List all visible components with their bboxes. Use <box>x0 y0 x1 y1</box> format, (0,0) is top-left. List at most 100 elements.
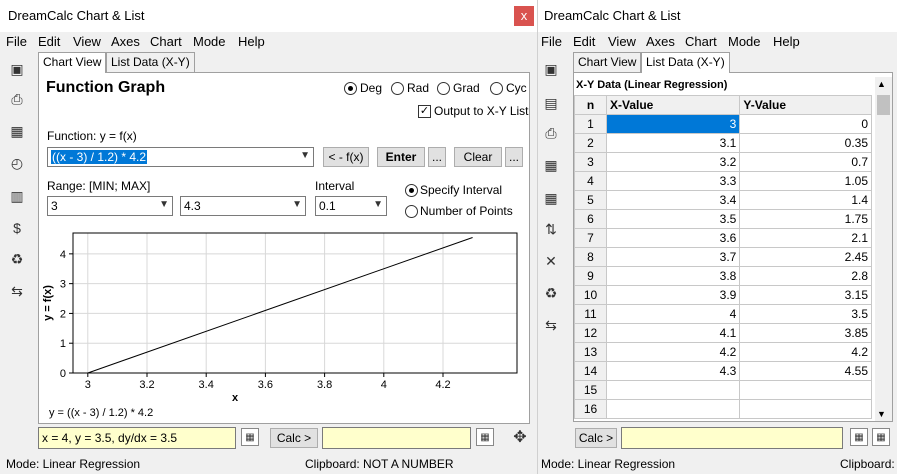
table-row[interactable]: 3 3.2 0.7 <box>574 152 872 172</box>
y-value-cell[interactable] <box>739 399 872 419</box>
table-row[interactable]: 10 3.9 3.15 <box>574 285 872 305</box>
x-value-cell[interactable]: 4.1 <box>605 323 741 343</box>
menu-axes[interactable]: Axes <box>111 34 140 49</box>
y-value-cell[interactable]: 0 <box>739 114 872 134</box>
calculator-icon[interactable]: ▦ <box>850 428 868 446</box>
y-value-cell[interactable]: 4.55 <box>739 361 872 381</box>
delete-rows-icon[interactable]: ✕ <box>542 252 560 270</box>
function-input[interactable]: ((x - 3) / 1.2) * 4.2 ▼ <box>47 147 314 167</box>
sort-icon[interactable]: ⇅ <box>542 220 560 238</box>
swap-icon[interactable]: ⇆ <box>8 282 26 300</box>
table-row[interactable]: 2 3.1 0.35 <box>574 133 872 153</box>
clear-button[interactable]: Clear <box>454 147 502 167</box>
calculator-icon[interactable]: ▦ <box>872 428 890 446</box>
table-row[interactable]: 16 <box>574 399 872 419</box>
x-value-cell[interactable] <box>605 399 741 419</box>
tab-list-data[interactable]: List Data (X-Y) <box>641 52 730 73</box>
move-icon[interactable]: ✥ <box>511 429 529 447</box>
y-value-cell[interactable]: 0.7 <box>739 152 872 172</box>
menu-chart[interactable]: Chart <box>685 34 717 49</box>
radio-cyc[interactable] <box>490 82 503 95</box>
table-row[interactable]: 14 4.3 4.55 <box>574 361 872 381</box>
x-value-cell[interactable]: 4.3 <box>605 361 741 381</box>
table-row[interactable]: 12 4.1 3.85 <box>574 323 872 343</box>
calculator-icon[interactable]: ▦ <box>8 122 26 140</box>
print-icon[interactable]: ⎙ <box>8 90 26 108</box>
x-value-cell[interactable]: 3.8 <box>605 266 741 286</box>
y-value-cell[interactable]: 2.8 <box>739 266 872 286</box>
y-value-cell[interactable]: 0.35 <box>739 133 872 153</box>
calculator-icon[interactable]: ▦ <box>241 428 259 446</box>
radio-specify-interval[interactable] <box>405 184 418 197</box>
calc-result-field[interactable] <box>322 427 471 449</box>
table-scrollbar[interactable]: ▲ ▼ <box>875 77 892 421</box>
tab-chart-view[interactable]: Chart View <box>38 52 107 73</box>
menu-edit[interactable]: Edit <box>573 34 595 49</box>
table-row[interactable]: 4 3.3 1.05 <box>574 171 872 191</box>
y-value-cell[interactable]: 1.05 <box>739 171 872 191</box>
menu-help[interactable]: Help <box>238 34 265 49</box>
money-icon[interactable]: $ <box>8 219 26 237</box>
menu-axes[interactable]: Axes <box>646 34 675 49</box>
calc-button[interactable]: Calc > <box>575 428 617 448</box>
fx-button[interactable]: < - f(x) <box>323 147 369 167</box>
calculator-icon[interactable]: ▦ <box>542 156 560 174</box>
bucket-icon[interactable]: ♻ <box>8 250 26 268</box>
x-value-cell[interactable]: 3.3 <box>605 171 741 191</box>
function-chart[interactable]: 3 3.2 3.4 3.6 3.8 4 4.2 0 1 2 3 4 x y = f(x) <box>39 223 529 409</box>
print-icon[interactable]: ⎙ <box>542 124 560 142</box>
table-row[interactable]: 5 3.4 1.4 <box>574 190 872 210</box>
scrollbar-thumb[interactable] <box>877 95 890 115</box>
x-value-cell[interactable]: 3.9 <box>605 285 741 305</box>
menu-help[interactable]: Help <box>773 34 800 49</box>
x-value-cell[interactable]: 3.7 <box>605 247 741 267</box>
menu-view[interactable]: View <box>73 34 101 49</box>
y-value-cell[interactable]: 1.75 <box>739 209 872 229</box>
table-row[interactable]: 130 <box>574 114 872 134</box>
radio-number-of-points[interactable] <box>405 205 418 218</box>
menu-file[interactable]: File <box>541 34 562 49</box>
menu-file[interactable]: File <box>6 34 27 49</box>
interval-select[interactable]: 0.1 ▼ <box>315 196 387 216</box>
save-icon[interactable]: ▣ <box>8 60 26 78</box>
table-row[interactable]: 15 <box>574 380 872 400</box>
y-value-cell[interactable]: 4.2 <box>739 342 872 362</box>
save-icon[interactable]: ▣ <box>542 60 560 78</box>
bucket-icon[interactable]: ♻ <box>542 284 560 302</box>
table-row[interactable]: 9 3.8 2.8 <box>574 266 872 286</box>
calculator-icon[interactable]: ▦ <box>542 189 560 207</box>
enter-button[interactable]: Enter <box>377 147 425 167</box>
scroll-up-icon[interactable]: ▲ <box>877 79 886 89</box>
x-value-cell[interactable]: 3.2 <box>605 152 741 172</box>
x-value-cell[interactable]: 3.6 <box>605 228 741 248</box>
x-value-cell[interactable]: 4 <box>605 304 741 324</box>
radio-grad[interactable] <box>437 82 450 95</box>
table-row[interactable]: 6 3.5 1.75 <box>574 209 872 229</box>
table-row[interactable]: 11 4 3.5 <box>574 304 872 324</box>
more-button-2[interactable]: ... <box>505 147 523 167</box>
y-value-cell[interactable]: 3.85 <box>739 323 872 343</box>
calc-result-field[interactable] <box>621 427 843 449</box>
x-value-cell[interactable] <box>605 380 741 400</box>
menu-mode[interactable]: Mode <box>728 34 761 49</box>
y-value-cell[interactable]: 3.15 <box>739 285 872 305</box>
y-value-cell[interactable]: 2.1 <box>739 228 872 248</box>
swap-icon[interactable]: ⇆ <box>542 316 560 334</box>
x-value-cell[interactable]: 3.5 <box>605 209 741 229</box>
column-header-x[interactable]: X-Value <box>605 95 741 115</box>
x-value-cell[interactable]: 3.1 <box>605 133 741 153</box>
menu-chart[interactable]: Chart <box>150 34 182 49</box>
radio-deg[interactable] <box>344 82 357 95</box>
range-max-select[interactable]: 4.3 ▼ <box>180 196 306 216</box>
x-value-cell[interactable]: 4.2 <box>605 342 741 362</box>
table-row[interactable]: 8 3.7 2.45 <box>574 247 872 267</box>
menu-view[interactable]: View <box>608 34 636 49</box>
calc-button[interactable]: Calc > <box>270 428 318 448</box>
graph-icon[interactable]: ◴ <box>8 154 26 172</box>
more-button[interactable]: ... <box>428 147 446 167</box>
open-folder-icon[interactable]: ▤ <box>542 94 560 112</box>
output-checkbox[interactable]: ✓ <box>418 105 431 118</box>
column-header-y[interactable]: Y-Value <box>739 95 872 115</box>
tab-chart-view[interactable]: Chart View <box>573 52 642 72</box>
calculator-icon[interactable]: ▦ <box>476 428 494 446</box>
